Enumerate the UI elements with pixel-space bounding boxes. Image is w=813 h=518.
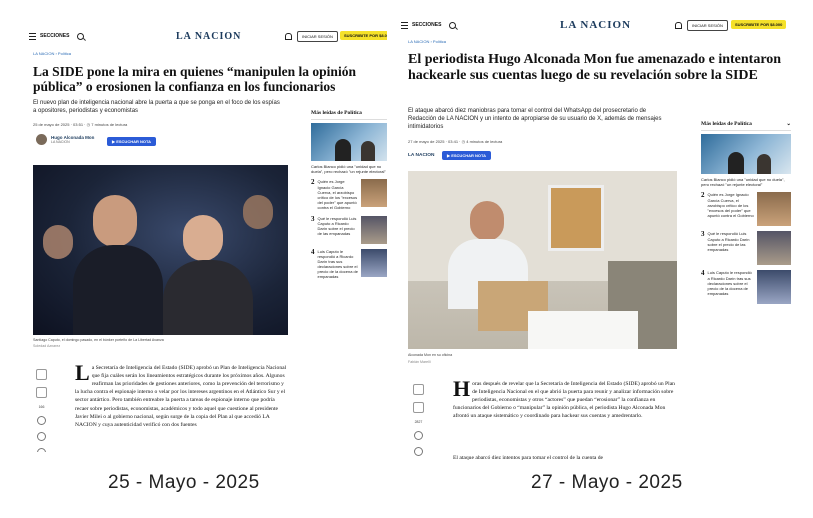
author-org[interactable]: LA NACION — [408, 153, 434, 158]
login-button[interactable]: INICIAR SESIÓN — [297, 31, 338, 42]
thumbnail — [757, 231, 791, 266]
bookmark-icon[interactable] — [413, 384, 424, 395]
photo-credit: Fabián Marelli — [408, 360, 431, 364]
site-logo[interactable]: LA NACION — [176, 31, 241, 42]
article-photo[interactable] — [33, 165, 288, 335]
most-read-sidebar: Más leídas de Política⌄ Carlos Bianco pi… — [701, 121, 791, 305]
sections-menu[interactable]: SECCIONES — [29, 32, 69, 40]
article-meta: 25 de mayo de 2025 · 03:51 · ◷ 7 minutos… — [33, 122, 128, 127]
site-logo[interactable]: LA NACION — [560, 19, 631, 31]
search-icon[interactable] — [77, 32, 84, 40]
drop-cap: H — [453, 380, 471, 401]
whatsapp-icon[interactable] — [37, 416, 46, 425]
most-read-title: Más leídas de Política⌄ — [701, 121, 791, 131]
clock-icon: ◷ — [461, 139, 466, 144]
comment-count: 2827 — [414, 420, 423, 424]
breadcrumb-home[interactable]: LA NACION — [408, 39, 429, 44]
article-body: Horas después de revelar que la Secretar… — [453, 380, 675, 420]
most-read-item-4[interactable]: 4 Luis Caputo le respondió a Ricardo Darí… — [311, 248, 387, 280]
most-read-item-2[interactable]: 2 Quién es Jorge Ignacio García Cuerva, e… — [701, 192, 791, 227]
thumbnail — [757, 192, 791, 227]
breadcrumb: LA NACION › Política — [33, 51, 72, 56]
most-read-sidebar: Más leídas de Política⌄ Carlos Bianco pi… — [311, 110, 387, 280]
bookmark-icon[interactable] — [36, 369, 47, 380]
menu-icon — [29, 32, 36, 40]
subscribe-button[interactable]: SUSCRIBITE POR $8.000 — [340, 31, 387, 40]
right-date-label: 27 - Mayo - 2025 — [531, 472, 683, 493]
article-meta: 27 de mayo de 2025 · 03:41 · ◷ 4 minutos… — [408, 139, 503, 144]
play-icon: ▶ — [112, 139, 116, 144]
login-button[interactable]: INICIAR SESIÓN — [687, 20, 728, 31]
left-date-label: 25 - Mayo - 2025 — [108, 472, 260, 493]
thumbnail — [361, 215, 387, 244]
breadcrumb: LA NACION › Política — [408, 39, 447, 44]
chevron-down-icon[interactable]: ⌄ — [786, 121, 791, 127]
most-read-item-1[interactable]: Carlos Bianco pidió una "unidad que no d… — [311, 164, 387, 174]
comments-icon[interactable] — [413, 402, 424, 413]
menu-icon — [401, 21, 408, 29]
right-article-screenshot: SECCIONES LA NACION INICIAR SESIÓN SUSCR… — [399, 14, 791, 464]
search-icon[interactable] — [449, 21, 456, 29]
clock-icon: ◷ — [86, 122, 91, 127]
bell-icon[interactable] — [675, 22, 682, 29]
most-read-item-3[interactable]: 3 Qué le respondió Luis Caputo a Ricardo … — [701, 231, 791, 266]
article-body: La Secretaría de Inteligencia del Estado… — [75, 364, 287, 428]
breadcrumb-section[interactable]: Política — [433, 39, 446, 44]
copy-link-icon[interactable] — [414, 447, 423, 456]
breadcrumb-section[interactable]: Política — [58, 51, 71, 56]
comments-icon[interactable] — [36, 387, 47, 398]
article-photo[interactable] — [408, 171, 677, 349]
article-dek: El nuevo plan de inteligencia nacional a… — [33, 100, 280, 115]
whatsapp-icon[interactable] — [414, 431, 423, 440]
article-headline: La SIDE pone la mira en quienes “manipul… — [33, 64, 356, 95]
most-read-title: Más leídas de Política⌄ — [311, 110, 387, 120]
play-icon: ▶ — [447, 153, 451, 158]
most-read-item-3[interactable]: 3 Qué le respondió Luis Caputo a Ricardo … — [311, 215, 387, 244]
chevron-down-icon[interactable]: ⌄ — [386, 110, 387, 116]
comment-count: 166 — [38, 405, 45, 409]
most-read-image[interactable] — [311, 123, 387, 161]
thumbnail — [757, 270, 791, 305]
most-read-image[interactable] — [701, 134, 791, 174]
photo-credit: Soledad Aznarez — [33, 344, 61, 348]
photo-caption: Santiago Caputo, el domingo pasado, en e… — [33, 338, 164, 342]
bell-icon[interactable] — [285, 33, 292, 40]
article-headline: El periodista Hugo Alconada Mon fue amen… — [408, 52, 782, 83]
most-read-item-4[interactable]: 4 Luis Caputo le respondió a Ricardo Darí… — [701, 270, 791, 305]
listen-article-button[interactable]: ▶ ESCUCHAR NOTA — [107, 137, 157, 146]
share-icon[interactable] — [37, 448, 46, 452]
most-read-item-2[interactable]: 2 Quién es Jorge Ignacio García Cuerva, e… — [311, 179, 387, 210]
left-article-screenshot: SECCIONES LA NACION INICIAR SESIÓN SUSCR… — [27, 26, 387, 452]
most-read-item-1[interactable]: Carlos Bianco pidió una "unidad que no d… — [701, 177, 791, 187]
author-block[interactable]: Hugo Alconada Mon LA NACION — [36, 134, 94, 145]
article-dek: El ataque abarcó diez maniobras para tom… — [408, 108, 662, 131]
thumbnail — [361, 248, 387, 277]
thumbnail — [361, 179, 387, 208]
author-avatar — [36, 134, 47, 145]
photo-caption: Alconada Mon en su oficina — [408, 353, 453, 357]
share-rail: 2827 — [413, 384, 424, 456]
drop-cap: L — [75, 364, 90, 385]
share-rail: 166 — [36, 369, 47, 452]
subscribe-button[interactable]: SUSCRIBITE POR $8.000 — [731, 20, 787, 29]
article-body-paragraph-2: El ataque abarcó diez intentos para toma… — [453, 455, 604, 461]
sections-menu[interactable]: SECCIONES — [401, 21, 441, 29]
copy-link-icon[interactable] — [37, 432, 46, 441]
listen-article-button[interactable]: ▶ ESCUCHAR NOTA — [442, 151, 492, 160]
breadcrumb-home[interactable]: LA NACION — [33, 51, 54, 56]
